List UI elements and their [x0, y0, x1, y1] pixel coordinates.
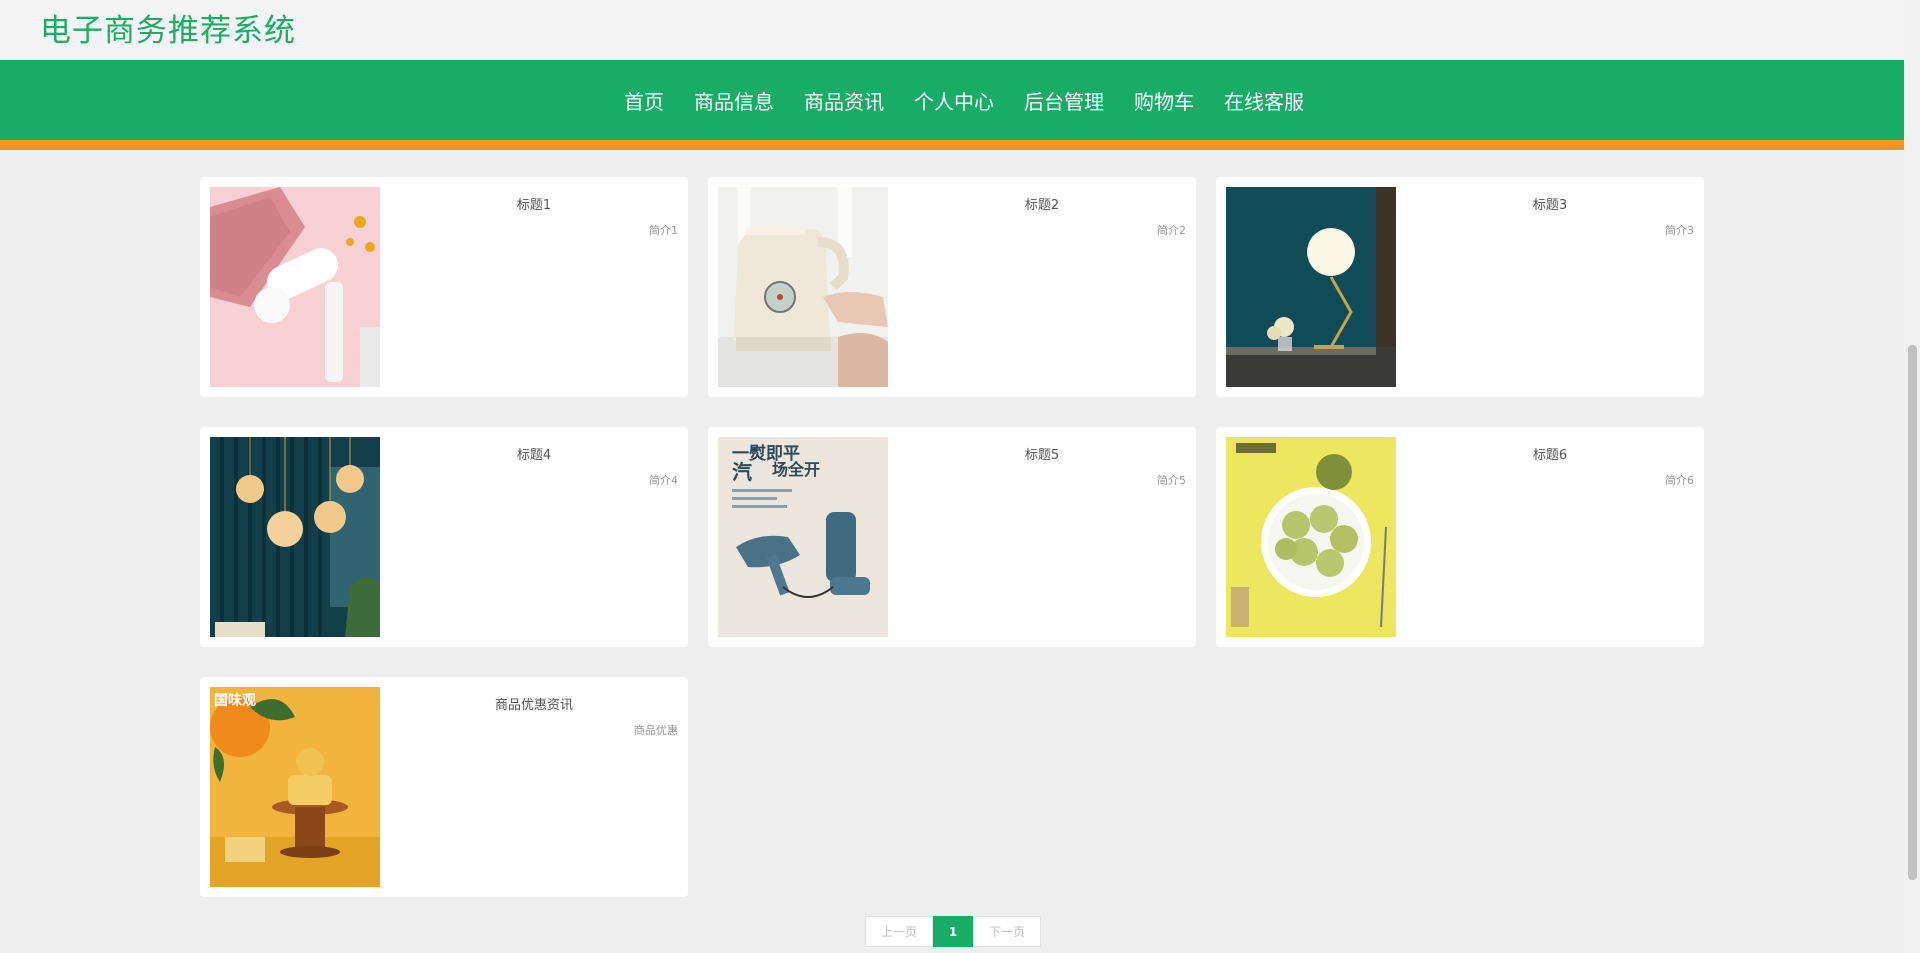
news-summary: 简介3	[1665, 224, 1694, 237]
main-nav: 首页 商品信息 商品资讯 个人中心 后台管理 购物车 在线客服	[0, 60, 1904, 150]
top-header: 电子商务推荐系统	[0, 0, 1904, 60]
mooncake-photo[interactable]: 国味观	[210, 687, 380, 887]
next-page-button[interactable]: 下一页	[973, 916, 1041, 947]
news-card[interactable]: 标题6 简介6	[1216, 427, 1704, 647]
matcha-cookies-photo[interactable]	[1226, 437, 1396, 637]
news-title[interactable]: 标题1	[380, 194, 688, 213]
news-title[interactable]: 标题6	[1396, 444, 1704, 463]
news-summary: 简介2	[1157, 224, 1186, 237]
nav-cart[interactable]: 购物车	[1134, 86, 1194, 115]
news-title[interactable]: 商品优惠资讯	[380, 694, 688, 713]
site-title[interactable]: 电子商务推荐系统	[40, 10, 296, 52]
news-summary: 商品优惠	[634, 724, 678, 737]
pagination: 上一页 1 下一页	[865, 916, 1041, 947]
news-summary: 简介5	[1157, 474, 1186, 487]
news-card[interactable]: 标题2 简介2	[708, 177, 1196, 397]
svg-text:汽: 汽	[732, 460, 752, 484]
nav-admin[interactable]: 后台管理	[1024, 86, 1104, 115]
prev-page-button[interactable]: 上一页	[865, 916, 933, 947]
kettle-photo[interactable]	[718, 187, 888, 387]
svg-text:场全开: 场全开	[772, 460, 820, 479]
news-card[interactable]: 标题1 简介1	[200, 177, 688, 397]
hair-dryer-photo[interactable]	[210, 187, 380, 387]
nav-profile[interactable]: 个人中心	[914, 86, 994, 115]
news-title[interactable]: 标题4	[380, 444, 688, 463]
nav-list: 首页 商品信息 商品资讯 个人中心 后台管理 购物车 在线客服	[0, 60, 1904, 140]
news-title[interactable]: 标题3	[1396, 194, 1704, 213]
news-summary: 简介4	[649, 474, 678, 487]
news-summary: 简介1	[649, 224, 678, 237]
nav-support[interactable]: 在线客服	[1224, 86, 1304, 115]
nav-news[interactable]: 商品资讯	[804, 86, 884, 115]
news-title[interactable]: 标题2	[888, 194, 1196, 213]
current-page[interactable]: 1	[933, 916, 973, 947]
svg-text:国味观: 国味观	[214, 693, 256, 709]
desk-lamp-photo[interactable]	[1226, 187, 1396, 387]
news-card[interactable]: 国味观 商品优惠资讯 商品优惠	[200, 677, 688, 897]
nav-products[interactable]: 商品信息	[694, 86, 774, 115]
news-card[interactable]: 标题3 简介3	[1216, 177, 1704, 397]
pendant-lamp-photo[interactable]	[210, 437, 380, 637]
news-summary: 简介6	[1665, 474, 1694, 487]
scroll-thumb[interactable]	[1908, 345, 1917, 880]
page-scrollbar[interactable]	[1904, 0, 1920, 953]
nav-home[interactable]: 首页	[624, 86, 664, 115]
garment-steamer-photo[interactable]: 一熨即平 汽 场全开	[718, 437, 888, 637]
news-card[interactable]: 一熨即平 汽 场全开 标题5 简介5	[708, 427, 1196, 647]
news-title[interactable]: 标题5	[888, 444, 1196, 463]
news-card[interactable]: 标题4 简介4	[200, 427, 688, 647]
